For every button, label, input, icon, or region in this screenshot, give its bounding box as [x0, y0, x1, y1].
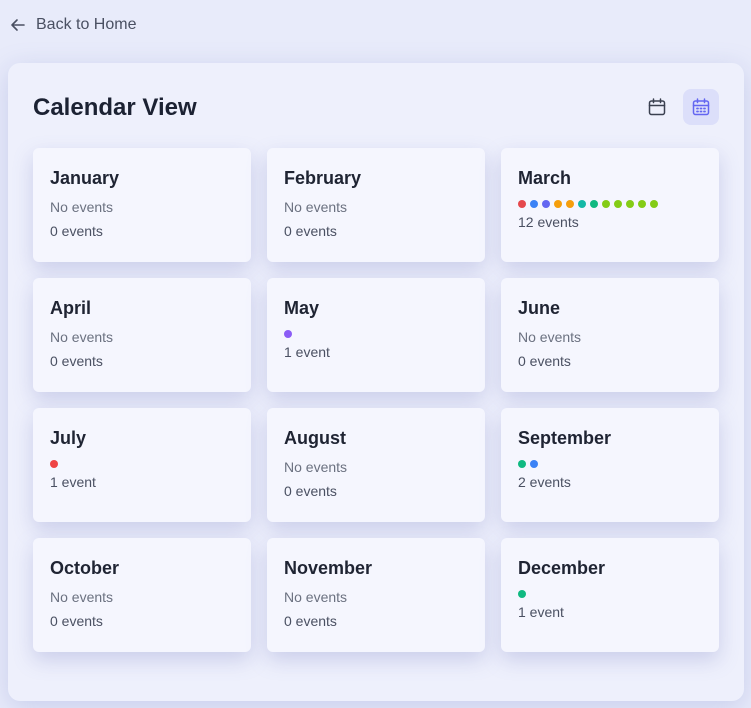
event-count: 1 event [518, 604, 564, 620]
event-count: 0 events [50, 613, 103, 629]
event-dots [518, 200, 702, 208]
month-name: November [284, 558, 373, 578]
event-dot [614, 200, 622, 208]
month-card-september[interactable]: September 2 events [501, 408, 719, 522]
month-name: April [50, 298, 92, 318]
event-dot [50, 460, 58, 468]
month-card-august[interactable]: August No events 0 events [267, 408, 485, 522]
event-dot [530, 200, 538, 208]
months-grid: January No events 0 events February No event… [33, 148, 719, 652]
year-view-button[interactable] [683, 89, 719, 125]
event-count: 12 events [518, 214, 579, 230]
month-name: May [284, 298, 320, 318]
month-name: December [518, 558, 606, 578]
month-card-july[interactable]: July 1 event [33, 408, 251, 522]
month-card-may[interactable]: May 1 event [267, 278, 485, 392]
no-events-label: No events [284, 199, 348, 215]
event-count: 0 events [284, 613, 337, 629]
event-count: 0 events [284, 223, 337, 239]
event-dots [518, 590, 702, 598]
page-title: Calendar View [33, 94, 197, 121]
month-card-february[interactable]: February No events 0 events [267, 148, 485, 262]
no-events-label: No events [284, 589, 348, 605]
event-dot [542, 200, 550, 208]
event-dots [284, 330, 468, 338]
month-card-june[interactable]: June No events 0 events [501, 278, 719, 392]
no-events-label: No events [518, 329, 582, 345]
month-card-march[interactable]: March 12 events [501, 148, 719, 262]
event-dot [578, 200, 586, 208]
event-dot [518, 460, 526, 468]
event-dot [284, 330, 292, 338]
event-dot [650, 200, 658, 208]
arrow-left-icon [11, 19, 25, 31]
month-name: August [284, 428, 346, 448]
month-name: September [518, 428, 612, 448]
event-count: 1 event [284, 344, 330, 360]
month-name: October [50, 558, 120, 578]
month-card-november[interactable]: November No events 0 events [267, 538, 485, 652]
month-card-december[interactable]: December 1 event [501, 538, 719, 652]
no-events-label: No events [50, 589, 114, 605]
calendar-grid-icon [692, 98, 710, 116]
month-card-january[interactable]: January No events 0 events [33, 148, 251, 262]
event-dot [626, 200, 634, 208]
month-name: July [50, 428, 87, 448]
event-dot [590, 200, 598, 208]
no-events-label: No events [50, 329, 114, 345]
calendar-icon [648, 98, 666, 116]
event-count: 0 events [50, 353, 103, 369]
month-card-april[interactable]: April No events 0 events [33, 278, 251, 392]
event-count: 0 events [50, 223, 103, 239]
no-events-label: No events [284, 459, 348, 475]
month-card-october[interactable]: October No events 0 events [33, 538, 251, 652]
event-dot [518, 590, 526, 598]
event-dot [638, 200, 646, 208]
event-dot [530, 460, 538, 468]
month-view-button[interactable] [639, 89, 675, 125]
month-name: June [518, 298, 561, 318]
event-dots [518, 460, 702, 468]
event-count: 0 events [284, 483, 337, 499]
event-dot [518, 200, 526, 208]
back-to-home-label: Back to Home [36, 16, 137, 33]
event-count: 1 event [50, 474, 96, 490]
month-name: February [284, 168, 362, 188]
event-dot [566, 200, 574, 208]
event-dot [554, 200, 562, 208]
event-dot [602, 200, 610, 208]
back-to-home-link[interactable]: Back to Home [10, 16, 136, 34]
month-name: January [50, 168, 120, 188]
event-dots [50, 460, 234, 468]
calendar-panel: Calendar View January No events 0 events Fe… [8, 63, 744, 701]
month-name: March [518, 168, 572, 188]
event-count: 0 events [518, 353, 571, 369]
no-events-label: No events [50, 199, 114, 215]
event-count: 2 events [518, 474, 571, 490]
